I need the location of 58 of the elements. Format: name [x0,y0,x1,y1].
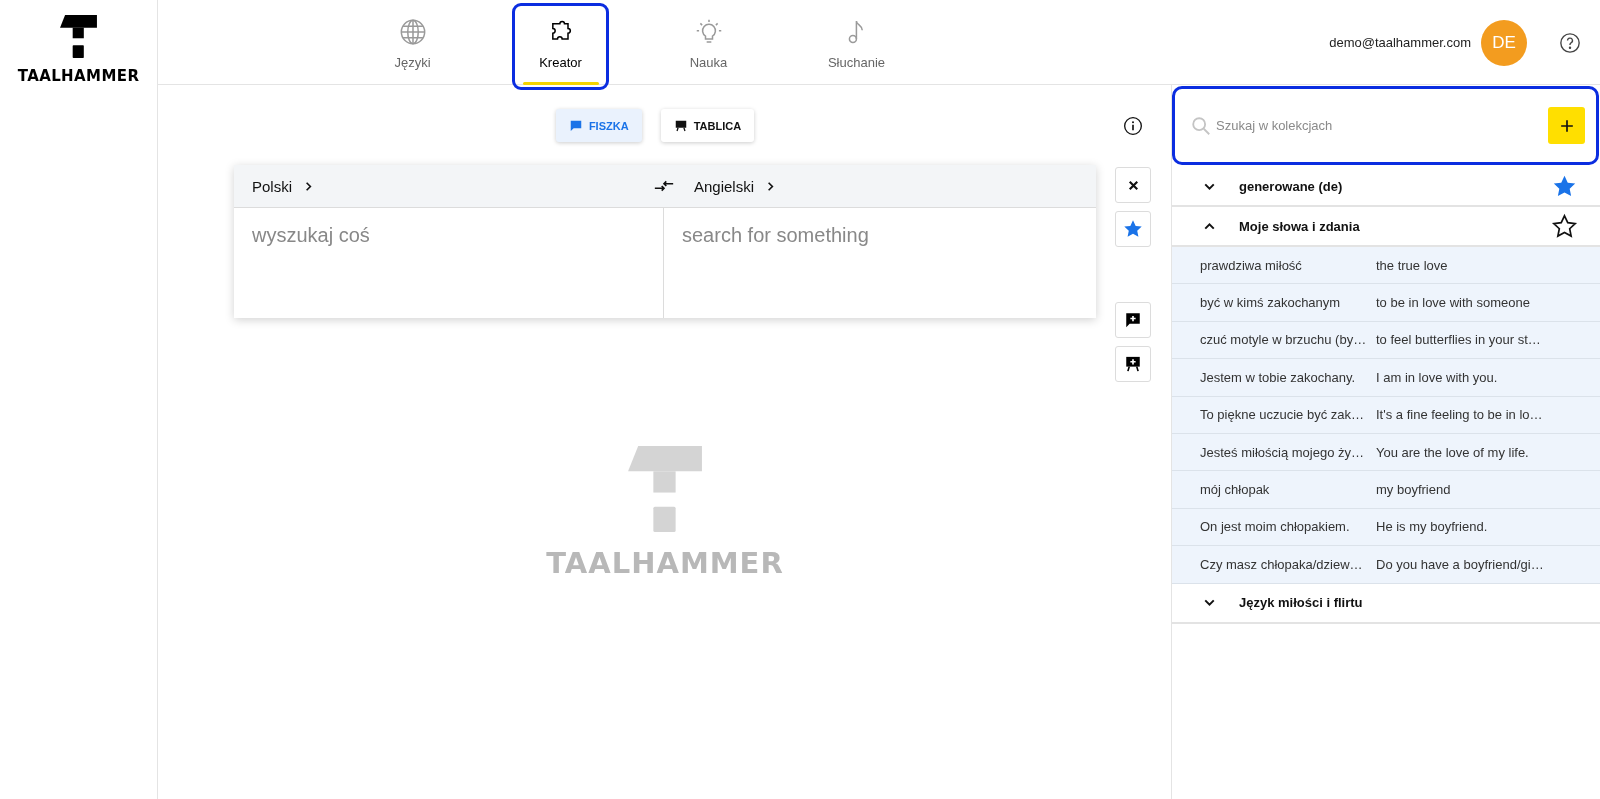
logo-icon [60,15,97,58]
mode-button[interactable]: FISZKA [555,109,642,142]
globe-icon [398,18,427,46]
logo-icon [628,446,702,532]
nav-tab[interactable]: Nauka [660,3,757,90]
source-input[interactable]: wyszukaj coś [234,208,664,318]
phrase-text: To piękne uczucie być zak… [1200,407,1366,423]
favorite-button[interactable] [1115,211,1151,247]
translation-text: I am in love with you. [1376,369,1499,385]
mode-button[interactable]: TABLICA [660,109,755,142]
phrase-text: być w kimś zakochanym [1200,295,1342,311]
nav-tab[interactable]: Języki [364,3,461,90]
phrase-row[interactable]: być w kimś zakochanym to be in love with someone [1172,284,1600,322]
phrase-text: Czy masz chłopaka/dziew… [1200,556,1364,572]
phrase-row[interactable]: mój chłopak my boyfriend [1172,471,1600,509]
translation-text: He is my boyfriend. [1376,519,1489,535]
translation-text: to feel butterflies in your st… [1376,332,1542,348]
add-button[interactable] [1548,107,1585,144]
target-input[interactable]: search for something [664,208,1096,318]
star-icon[interactable] [1551,212,1578,240]
source-language-button[interactable]: Polski [252,177,316,195]
comment-plus-icon [1124,311,1142,329]
user-email: demo@taalhammer.com [1329,35,1471,50]
logo-text: TAALHAMMER [17,67,140,85]
logo-text: TAALHAMMER [546,546,784,580]
chat-bubble-icon [568,118,583,133]
phrase-row[interactable]: prawdziwa miłość the true love [1172,247,1600,285]
translation-text: my boyfriend [1376,482,1452,498]
phrase-text: Jestem w tobie zakochany. [1200,369,1357,385]
phrase-text: mój chłopak [1200,482,1271,498]
board-plus-icon [1124,355,1142,373]
phrase-row[interactable]: czuć motyle w brzuchu (by… to feel butterflies in your st… [1172,321,1600,360]
info-icon[interactable] [1123,115,1143,136]
translation-text: the true love [1376,257,1449,273]
target-language-button[interactable]: Angielski [694,177,779,195]
translation-text: Do you have a boyfriend/gi… [1376,556,1545,572]
translation-text: to be in love with someone [1376,295,1531,311]
help-icon[interactable] [1559,31,1581,54]
phrase-text: czuć motyle w brzuchu (by… [1200,332,1368,348]
phrase-row[interactable]: Czy masz chłopaka/dziew… Do you have a boyfriend/gi… [1172,546,1600,584]
lightbulb-icon [694,18,723,46]
phrase-row[interactable]: To piękne uczucie być zak… It's a fine feeling to be in lo… [1172,396,1600,434]
add-board-button[interactable] [1115,346,1151,382]
phrase-row[interactable]: Jesteś miłością mojego ży… You are the love of my life. [1172,433,1600,472]
search-field[interactable]: Szukaj w kolekcjach [1216,114,1548,137]
phrase-text: prawdziwa miłość [1200,257,1303,273]
phrase-row[interactable]: Jestem w tobie zakochany. I am in love with you. [1172,359,1600,397]
translation-text: You are the love of my life. [1376,444,1530,460]
phrase-text: On jest moim chłopakiem. [1200,519,1351,535]
add-comment-button[interactable] [1115,302,1151,338]
close-button[interactable] [1115,167,1151,203]
phrase-text: Jesteś miłością mojego ży… [1200,444,1365,460]
board-icon [673,118,688,133]
translation-text: It's a fine feeling to be in lo… [1376,407,1544,423]
search-icon [1190,114,1212,137]
nav-tab[interactable]: Kreator [512,3,609,90]
phrase-row[interactable]: On jest moim chłopakiem. He is my boyfriend. [1172,508,1600,547]
nav-tab[interactable]: Słuchanie [808,3,905,90]
